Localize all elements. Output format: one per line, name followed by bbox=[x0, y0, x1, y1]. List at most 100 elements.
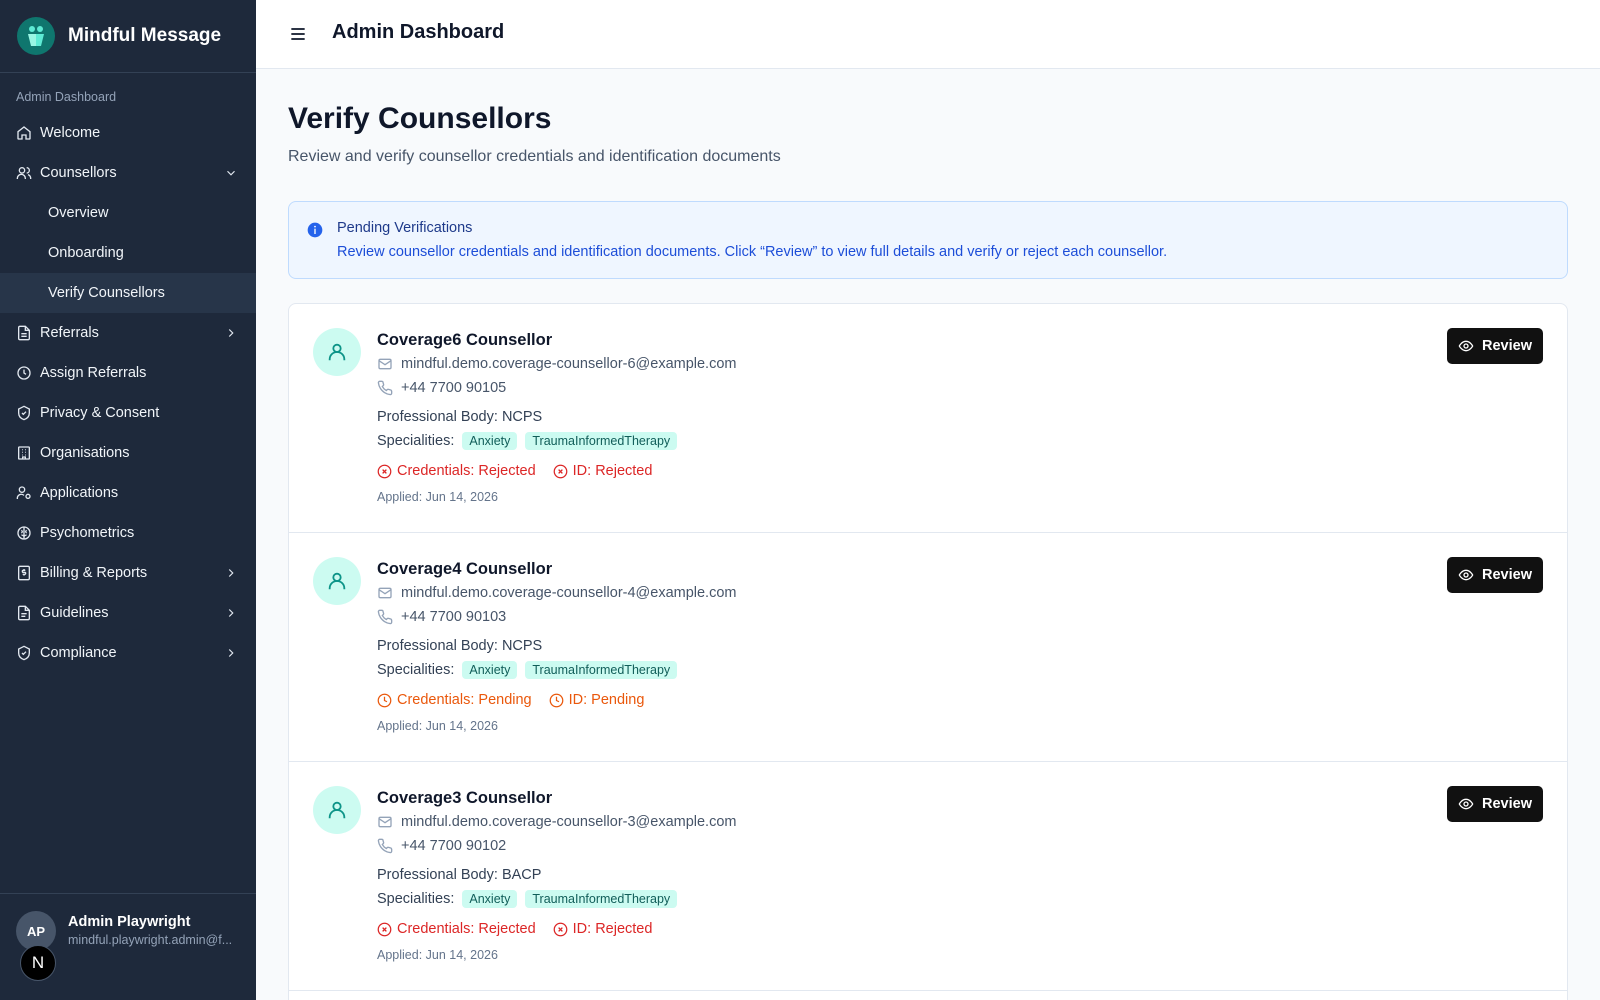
sidebar-item-welcome[interactable]: Welcome bbox=[0, 113, 256, 153]
user-icon bbox=[313, 328, 361, 376]
sidebar-item-label: Privacy & Consent bbox=[40, 405, 160, 421]
sidebar-subitem-verify-counsellors[interactable]: Verify Counsellors bbox=[0, 273, 256, 313]
sidebar-subitem-onboarding[interactable]: Onboarding bbox=[0, 233, 256, 273]
sidebar-item-guidelines[interactable]: Guidelines bbox=[0, 593, 256, 633]
sidebar-item-compliance[interactable]: Compliance bbox=[0, 633, 256, 673]
chevron-right-icon bbox=[224, 606, 238, 620]
menu-icon[interactable] bbox=[288, 24, 308, 44]
counsellor-card: Coverage4 Counsellor mindful.demo.covera… bbox=[289, 533, 1567, 762]
brain-icon bbox=[16, 525, 32, 541]
credentials-status: Credentials: Rejected bbox=[377, 921, 536, 937]
brand[interactable]: Mindful Message bbox=[0, 0, 256, 73]
shield-icon bbox=[16, 645, 32, 661]
sidebar-item-label: Applications bbox=[40, 485, 119, 501]
users-icon bbox=[16, 165, 32, 181]
eye-icon bbox=[1458, 567, 1474, 583]
sidebar-item-organisations[interactable]: Organisations bbox=[0, 433, 256, 473]
info-icon bbox=[307, 222, 323, 238]
sidebar-item-billing-reports[interactable]: Billing & Reports bbox=[0, 553, 256, 593]
review-button[interactable]: Review bbox=[1447, 328, 1543, 364]
next-dev-badge-icon[interactable]: N bbox=[20, 945, 56, 981]
sidebar-item-label: Billing & Reports bbox=[40, 565, 148, 581]
professional-body: Professional Body: NCPS bbox=[377, 638, 542, 654]
phone-text: +44 7700 90102 bbox=[401, 838, 507, 854]
credentials-status-text: Credentials: Rejected bbox=[397, 921, 536, 937]
counsellor-card: Coverage3 Counsellor mindful.demo.covera… bbox=[289, 762, 1567, 991]
counsellor-card: Coverage6 Counsellor mindful.demo.covera… bbox=[289, 304, 1567, 533]
counsellor-phone: +44 7700 90105 bbox=[377, 380, 506, 396]
sidebar-item-label: Assign Referrals bbox=[40, 365, 147, 381]
counsellor-email: mindful.demo.coverage-counsellor-6@examp… bbox=[377, 356, 736, 372]
x-circle-icon bbox=[553, 464, 568, 479]
user-profile[interactable]: AP Admin Playwright mindful.playwright.a… bbox=[0, 893, 256, 1000]
topbar: Admin Dashboard bbox=[256, 0, 1600, 69]
professional-body-value: NCPS bbox=[501, 409, 543, 425]
phone-text: +44 7700 90103 bbox=[401, 609, 507, 625]
file-icon bbox=[16, 605, 32, 621]
page-subtitle: Review and verify counsellor credentials… bbox=[288, 148, 781, 165]
user-icon bbox=[313, 557, 361, 605]
clock-icon bbox=[377, 693, 392, 708]
specialities: Specialities: Anxiety TraumaInformedTher… bbox=[377, 432, 678, 450]
sidebar-item-counsellors[interactable]: Counsellors bbox=[0, 153, 256, 193]
chevron-right-icon bbox=[224, 326, 238, 340]
sidebar-item-privacy-consent[interactable]: Privacy & Consent bbox=[0, 393, 256, 433]
review-button-label: Review bbox=[1482, 796, 1532, 812]
sidebar-item-referrals[interactable]: Referrals bbox=[0, 313, 256, 353]
x-circle-icon bbox=[377, 464, 392, 479]
eye-icon bbox=[1458, 338, 1474, 354]
speciality-tag: Anxiety bbox=[462, 890, 518, 908]
counsellor-email: mindful.demo.coverage-counsellor-3@examp… bbox=[377, 814, 736, 830]
counsellor-phone: +44 7700 90102 bbox=[377, 838, 506, 854]
speciality-tag: TraumaInformedTherapy bbox=[525, 890, 678, 908]
verification-status: Credentials: Rejected ID: Rejected bbox=[377, 463, 669, 479]
sidebar-item-label: Guidelines bbox=[40, 605, 109, 621]
review-button[interactable]: Review bbox=[1447, 786, 1543, 822]
eye-icon bbox=[1458, 796, 1474, 812]
sidebar-item-assign-referrals[interactable]: Assign Referrals bbox=[0, 353, 256, 393]
counsellor-phone: +44 7700 90103 bbox=[377, 609, 506, 625]
email-text: mindful.demo.coverage-counsellor-6@examp… bbox=[401, 356, 737, 372]
counsellor-email: mindful.demo.coverage-counsellor-4@examp… bbox=[377, 585, 736, 601]
info-text: Review counsellor credentials and identi… bbox=[337, 244, 1168, 260]
review-button[interactable]: Review bbox=[1447, 557, 1543, 593]
credentials-status-text: Credentials: Rejected bbox=[397, 463, 536, 479]
speciality-tag: TraumaInformedTherapy bbox=[525, 661, 678, 679]
id-status: ID: Rejected bbox=[553, 463, 653, 479]
clock-icon bbox=[16, 365, 32, 381]
sidebar-item-label: Psychometrics bbox=[40, 525, 135, 541]
info-title: Pending Verifications bbox=[337, 220, 473, 236]
sidebar-item-label: Welcome bbox=[40, 125, 101, 141]
id-status-text: ID: Rejected bbox=[572, 463, 653, 479]
brand-logo-icon bbox=[17, 17, 55, 55]
counsellor-name: Coverage6 Counsellor bbox=[377, 331, 553, 349]
sidebar-item-applications[interactable]: Applications bbox=[0, 473, 256, 513]
receipt-icon bbox=[16, 565, 32, 581]
specialities-label: Specialities: bbox=[377, 433, 455, 449]
professional-body-label: Professional Body: bbox=[377, 409, 498, 425]
specialities: Specialities: Anxiety TraumaInformedTher… bbox=[377, 890, 678, 908]
applied-date: Applied: Jun 14, 2026 bbox=[377, 948, 498, 962]
verification-status: Credentials: Rejected ID: Rejected bbox=[377, 921, 669, 937]
professional-body-label: Professional Body: bbox=[377, 867, 498, 883]
chevron-down-icon bbox=[224, 166, 238, 180]
sidebar-subitem-overview[interactable]: Overview bbox=[0, 193, 256, 233]
professional-body-value: NCPS bbox=[501, 638, 543, 654]
professional-body-label: Professional Body: bbox=[377, 638, 498, 654]
credentials-status-text: Credentials: Pending bbox=[397, 692, 532, 708]
review-button-label: Review bbox=[1482, 338, 1532, 354]
specialities-label: Specialities: bbox=[377, 891, 455, 907]
applied-date: Applied: Jun 14, 2026 bbox=[377, 719, 498, 733]
phone-text: +44 7700 90105 bbox=[401, 380, 507, 396]
credentials-status: Credentials: Pending bbox=[377, 692, 532, 708]
user-email: mindful.playwright.admin@f... bbox=[68, 933, 233, 947]
phone-icon bbox=[377, 380, 393, 396]
professional-body: Professional Body: BACP bbox=[377, 867, 541, 883]
sidebar-item-label: Referrals bbox=[40, 325, 99, 341]
id-status-text: ID: Pending bbox=[568, 692, 645, 708]
speciality-tag: TraumaInformedTherapy bbox=[525, 432, 678, 450]
sidebar-item-psychometrics[interactable]: Psychometrics bbox=[0, 513, 256, 553]
x-circle-icon bbox=[377, 922, 392, 937]
sidebar-item-label: Compliance bbox=[40, 645, 117, 661]
chevron-right-icon bbox=[224, 646, 238, 660]
